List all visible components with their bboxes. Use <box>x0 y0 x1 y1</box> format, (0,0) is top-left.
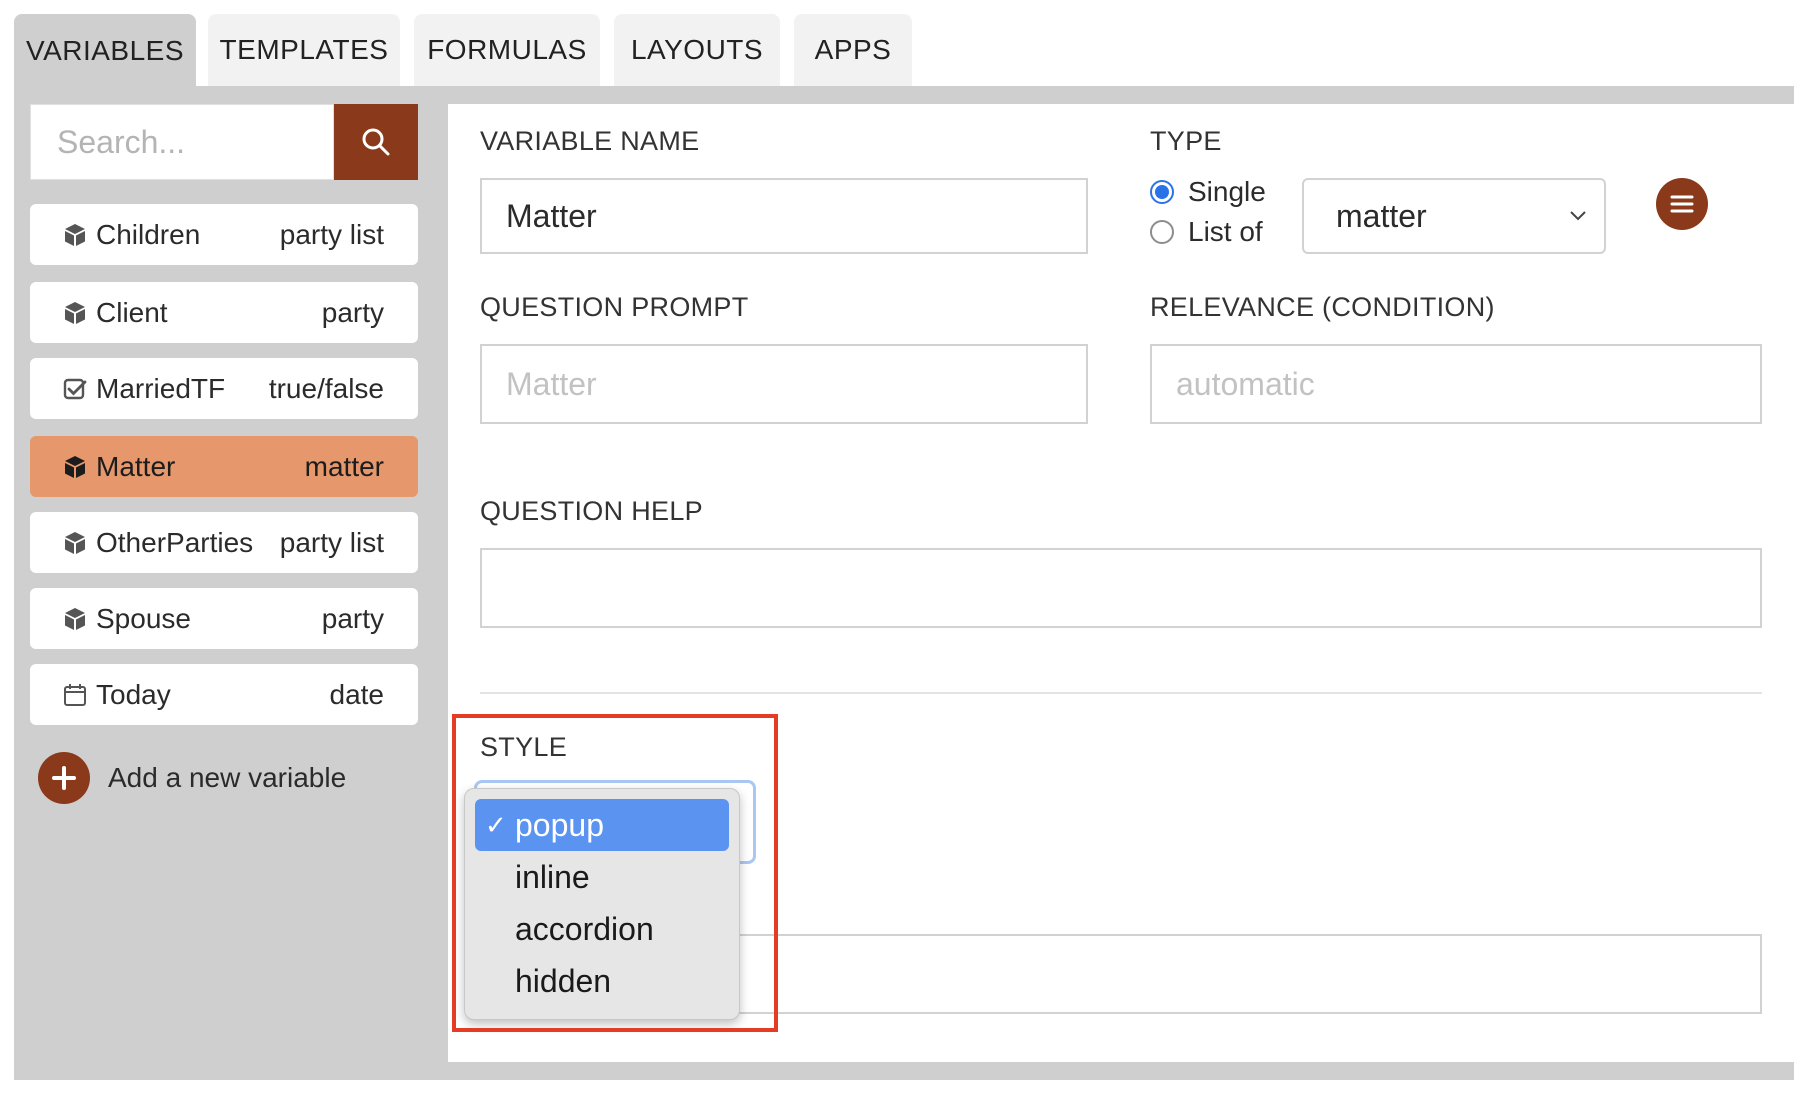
tab-variables[interactable]: VARIABLES <box>14 14 196 88</box>
cube-icon <box>62 606 88 632</box>
relevance-label: RELEVANCE (CONDITION) <box>1150 292 1495 322</box>
variable-type: party list <box>279 526 384 558</box>
tab-label: VARIABLES <box>25 35 185 66</box>
cube-icon <box>62 454 88 480</box>
variable-name: Spouse <box>96 602 191 634</box>
style-dropdown-menu: ✓ popup inline accordion hidden <box>464 788 740 1020</box>
tab-templates[interactable]: TEMPLATES <box>208 14 400 86</box>
variable-item-marriedtf[interactable]: MarriedTF true/false <box>30 358 418 419</box>
checkbox-icon <box>62 376 88 402</box>
variable-item-children[interactable]: Children party list <box>30 204 418 265</box>
add-variable-label: Add a new variable <box>108 762 347 793</box>
question-prompt-placeholder: Matter <box>506 365 597 402</box>
variable-name-label: VARIABLE NAME <box>480 126 700 156</box>
question-prompt-field[interactable]: Matter <box>480 344 1088 424</box>
tab-label: FORMULAS <box>427 34 587 65</box>
variable-name: MarriedTF <box>96 372 226 404</box>
style-option-hidden[interactable]: hidden <box>475 955 729 1007</box>
radio-label: List of <box>1188 216 1263 247</box>
cube-icon <box>62 300 88 326</box>
variable-name: Client <box>96 296 168 328</box>
question-help-label: QUESTION HELP <box>480 496 703 526</box>
cube-icon <box>62 530 88 556</box>
style-option-inline[interactable]: inline <box>475 851 729 903</box>
radio-button[interactable] <box>1150 180 1174 204</box>
option-label: accordion <box>515 910 654 947</box>
question-prompt-label: QUESTION PROMPT <box>480 292 749 322</box>
variable-name: Today <box>96 678 171 710</box>
style-option-popup[interactable]: ✓ popup <box>475 799 729 851</box>
search-icon <box>362 128 390 156</box>
variable-type: party <box>321 296 384 328</box>
calendar-icon <box>62 682 88 708</box>
option-label: hidden <box>515 962 612 999</box>
add-variable-button[interactable]: Add a new variable <box>38 752 346 804</box>
plus-icon <box>38 752 90 804</box>
variable-type: party list <box>279 218 384 250</box>
section-divider <box>480 692 1762 694</box>
variable-item-matter[interactable]: Matter matter <box>30 436 418 497</box>
search-placeholder: Search... <box>57 123 186 160</box>
variable-item-client[interactable]: Client party <box>30 282 418 343</box>
variable-name: Children <box>96 218 201 250</box>
search-button[interactable] <box>334 104 418 180</box>
cube-icon <box>62 222 88 248</box>
search-input[interactable]: Search... <box>30 104 334 180</box>
style-option-accordion[interactable]: accordion <box>475 903 729 955</box>
variable-name-field[interactable]: Matter <box>480 178 1088 254</box>
chevron-down-icon <box>1570 211 1586 221</box>
tab-formulas[interactable]: FORMULAS <box>414 14 600 86</box>
type-radio-single[interactable]: Single <box>1150 176 1266 208</box>
radio-label: Single <box>1188 176 1266 207</box>
type-radio-list-of[interactable]: List of <box>1150 216 1263 248</box>
type-select[interactable]: matter <box>1302 178 1606 254</box>
menu-button[interactable] <box>1656 178 1708 230</box>
variable-type: matter <box>304 450 384 482</box>
type-label: TYPE <box>1150 126 1222 156</box>
tab-label: TEMPLATES <box>219 34 389 65</box>
tab-apps[interactable]: APPS <box>794 14 912 86</box>
variable-type: date <box>329 678 385 710</box>
option-label: inline <box>515 858 590 895</box>
hamburger-icon <box>1670 195 1694 213</box>
variable-item-spouse[interactable]: Spouse party <box>30 588 418 649</box>
variable-type: party <box>321 602 384 634</box>
variable-item-today[interactable]: Today date <box>30 664 418 725</box>
variable-name-value: Matter <box>506 197 597 234</box>
relevance-placeholder: automatic <box>1176 365 1315 402</box>
variable-name: Matter <box>96 450 176 482</box>
tab-label: APPS <box>814 34 892 65</box>
variable-item-otherparties[interactable]: OtherParties party list <box>30 512 418 573</box>
type-select-value: matter <box>1336 197 1427 234</box>
tab-label: LAYOUTS <box>630 34 764 65</box>
tab-layouts[interactable]: LAYOUTS <box>614 14 780 86</box>
style-label: STYLE <box>480 732 568 762</box>
option-label: popup <box>515 806 604 843</box>
question-help-field[interactable] <box>480 548 1762 628</box>
relevance-field[interactable]: automatic <box>1150 344 1762 424</box>
variable-type: true/false <box>268 372 384 404</box>
radio-button[interactable] <box>1150 220 1174 244</box>
checkmark-icon: ✓ <box>485 809 507 840</box>
variable-name: OtherParties <box>96 526 254 558</box>
